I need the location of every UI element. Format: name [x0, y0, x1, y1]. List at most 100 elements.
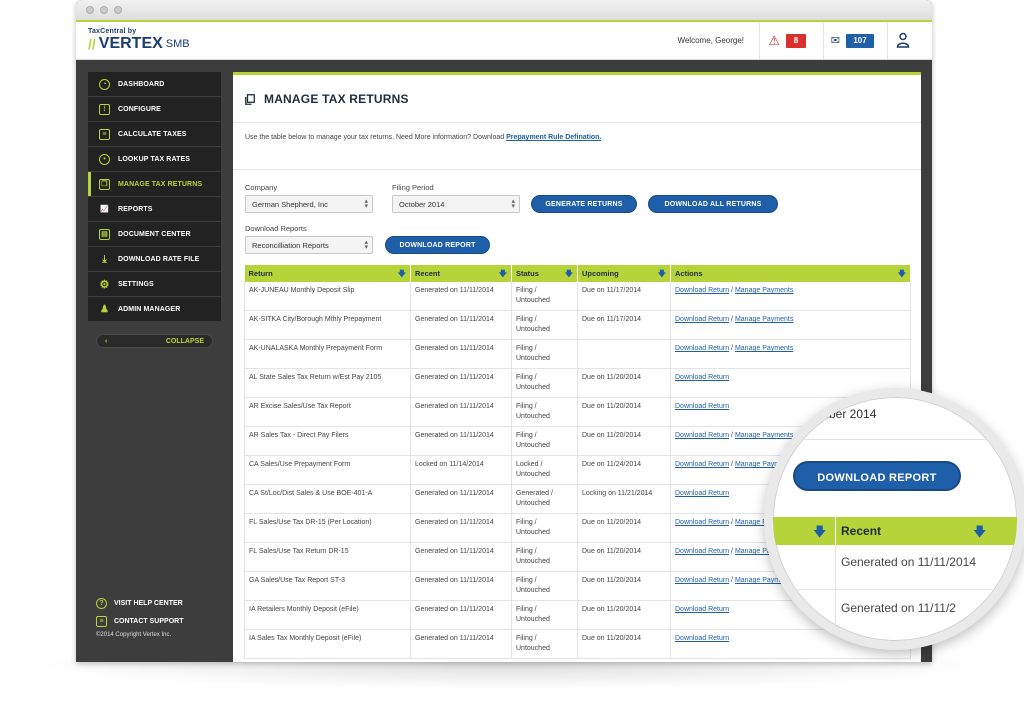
manage-payments-link[interactable]: Manage Payments: [735, 316, 793, 323]
recent-cell: Generated on 11/11/2014: [410, 282, 512, 311]
messages-count-badge[interactable]: 107: [846, 34, 874, 48]
user-profile-icon[interactable]: [896, 32, 910, 53]
download-report-button[interactable]: DOWNLOAD REPORT: [385, 236, 490, 254]
header-separator: [835, 517, 836, 545]
recent-cell: Generated on 11/11/2014: [410, 484, 512, 514]
sidebar-item-label: SETTINGS: [118, 280, 154, 288]
table-header-row: Return 🡇 Recent 🡇 Status 🡇 Upcoming 🡇 Action…: [244, 265, 911, 282]
prepayment-rule-link[interactable]: Prepayment Rule Defination.: [506, 134, 601, 141]
column-header-actions[interactable]: Actions 🡇: [670, 265, 911, 282]
status-cell: Filing / Untouched: [511, 571, 578, 601]
column-header-status[interactable]: Status 🡇: [511, 265, 578, 282]
page-title-text: MANAGE TAX RETURNS: [264, 92, 409, 106]
magnified-column-header-recent[interactable]: Recent: [841, 524, 881, 538]
manage-payments-link[interactable]: Manage Payments: [735, 345, 793, 352]
help-center-link[interactable]: ? VISIT HELP CENTER: [96, 594, 221, 612]
status-cell: Filing / Untouched: [511, 542, 578, 572]
window-minimize-dot[interactable]: [100, 6, 108, 14]
sort-arrow-icon[interactable]: 🡇: [565, 268, 573, 282]
sidebar-item-configure[interactable]: ⁞ CONFIGURE: [88, 97, 221, 121]
status-cell: Filing / Untouched: [511, 310, 578, 340]
sidebar-item-label: DASHBOARD: [118, 80, 165, 88]
recent-cell: Generated on 11/11/2014: [410, 542, 512, 572]
sliders-icon: ⁞: [99, 103, 110, 115]
select-caret-icon: ▴ ▾: [364, 239, 368, 251]
sidebar-item-calculate-taxes[interactable]: ≡ CALCULATE TAXES: [88, 122, 221, 146]
column-header-return[interactable]: Return 🡇: [244, 265, 411, 282]
status-line-1: Generated /: [516, 490, 553, 497]
manage-payments-link[interactable]: Manage Payments: [735, 432, 793, 439]
sort-arrow-icon[interactable]: 🡇: [973, 523, 986, 545]
calculator-icon: ≡: [99, 128, 110, 140]
download-return-link[interactable]: Download Return: [675, 606, 729, 613]
sidebar-item-document-center[interactable]: ▤ DOCUMENT CENTER: [88, 222, 221, 246]
intro-copy: Use the table below to manage your tax r…: [245, 134, 505, 141]
sidebar-item-download-rate-file[interactable]: ⤓ DOWNLOAD RATE FILE: [88, 247, 221, 271]
column-header-recent[interactable]: Recent 🡇: [410, 265, 512, 282]
header-divider: [823, 22, 824, 60]
status-line-2: Untouched: [516, 529, 550, 536]
download-return-link[interactable]: Download Return: [675, 577, 729, 584]
download-return-link[interactable]: Download Return: [675, 374, 729, 381]
sort-arrow-icon[interactable]: 🡇: [398, 268, 406, 282]
header-divider: [887, 22, 888, 60]
vertex-mark-icon: //: [88, 36, 96, 52]
download-return-link[interactable]: Download Return: [675, 287, 729, 294]
download-return-link[interactable]: Download Return: [675, 519, 729, 526]
brand-logo[interactable]: TaxCentral by // VERTEX SMB: [88, 28, 190, 53]
reports-select[interactable]: Reconcilliation Reports ▴ ▾: [245, 236, 373, 254]
download-return-link[interactable]: Download Return: [675, 548, 729, 555]
mail-icon[interactable]: ✉: [831, 34, 840, 47]
sidebar-item-settings[interactable]: ⚙ SETTINGS: [88, 272, 221, 296]
window-zoom-dot[interactable]: [114, 6, 122, 14]
download-return-link[interactable]: Download Return: [675, 635, 729, 642]
sidebar-item-lookup-tax-rates[interactable]: • LOOKUP TAX RATES: [88, 147, 221, 171]
column-header-upcoming[interactable]: Upcoming 🡇: [577, 265, 671, 282]
status-line-2: Untouched: [516, 413, 550, 420]
sort-arrow-icon[interactable]: 🡇: [499, 268, 507, 282]
recent-value: Generated on 11/11/2014: [415, 577, 494, 584]
sort-arrow-icon[interactable]: 🡇: [898, 268, 906, 282]
return-name: AR Sales Tax - Direct Pay Filers: [249, 432, 349, 439]
return-name: AK-SITKA City/Borough Mthly Prepayment: [249, 316, 382, 323]
sort-arrow-icon[interactable]: 🡇: [658, 268, 666, 282]
alert-triangle-icon[interactable]: ⚠: [768, 33, 780, 49]
upcoming-cell: Due on 11/20/2014: [577, 600, 671, 630]
sort-arrow-icon[interactable]: 🡇: [813, 523, 826, 545]
return-name: IA Sales Tax Monthly Deposit (eFile): [249, 635, 362, 642]
download-return-link[interactable]: Download Return: [675, 490, 729, 497]
manage-payments-link[interactable]: Manage Payments: [735, 287, 793, 294]
download-return-link[interactable]: Download Return: [675, 403, 729, 410]
sidebar-item-admin-manager[interactable]: ♟ ADMIN MANAGER: [88, 297, 221, 321]
upcoming-cell: Due on 11/20/2014: [577, 368, 671, 398]
sidebar-item-dashboard[interactable]: ◔ DASHBOARD: [88, 72, 221, 96]
alerts-count-badge[interactable]: 8: [786, 34, 806, 48]
magnified-download-report-button[interactable]: DOWNLOAD REPORT: [793, 461, 961, 491]
sidebar-item-reports[interactable]: 📈 REPORTS: [88, 197, 221, 221]
download-return-link[interactable]: Download Return: [675, 345, 729, 352]
contact-support-link[interactable]: ≡ CONTACT SUPPORT: [96, 612, 221, 630]
status-line-2: Untouched: [516, 297, 550, 304]
generate-returns-button[interactable]: GENERATE RETURNS: [531, 195, 637, 213]
filing-period-select[interactable]: October 2014 ▴ ▾: [392, 195, 520, 213]
stage: TaxCentral by // VERTEX SMB Welcome, Geo…: [0, 0, 1024, 705]
download-all-returns-button[interactable]: DOWNLOAD ALL RETURNS: [648, 195, 778, 213]
download-return-link[interactable]: Download Return: [675, 316, 729, 323]
column-header-label: Actions: [675, 269, 703, 278]
sidebar-item-label: DOCUMENT CENTER: [118, 230, 191, 238]
window-close-dot[interactable]: [86, 6, 94, 14]
collapse-sidebar-button[interactable]: ‹ COLLAPSE: [96, 334, 213, 348]
download-return-link[interactable]: Download Return: [675, 432, 729, 439]
sidebar-item-manage-tax-returns[interactable]: ❐ MANAGE TAX RETURNS: [88, 172, 221, 196]
return-name: CA St/Loc/Dist Sales & Use BOE-401-A: [249, 490, 373, 497]
download-return-link[interactable]: Download Return: [675, 461, 729, 468]
company-select-value: German Shepherd, Inc: [252, 200, 328, 209]
upcoming-value: Due on 11/20/2014: [582, 519, 642, 526]
company-select[interactable]: German Shepherd, Inc ▴ ▾: [245, 195, 373, 213]
column-header-label: Recent: [415, 269, 441, 278]
return-cell: FL Sales/Use Tax DR-15 (Per Location): [244, 513, 411, 543]
recent-cell: Generated on 11/11/2014: [410, 571, 512, 601]
documents-icon: [245, 93, 255, 105]
status-line-1: Filing /: [516, 316, 537, 323]
recent-cell: Generated on 11/11/2014: [410, 426, 512, 456]
